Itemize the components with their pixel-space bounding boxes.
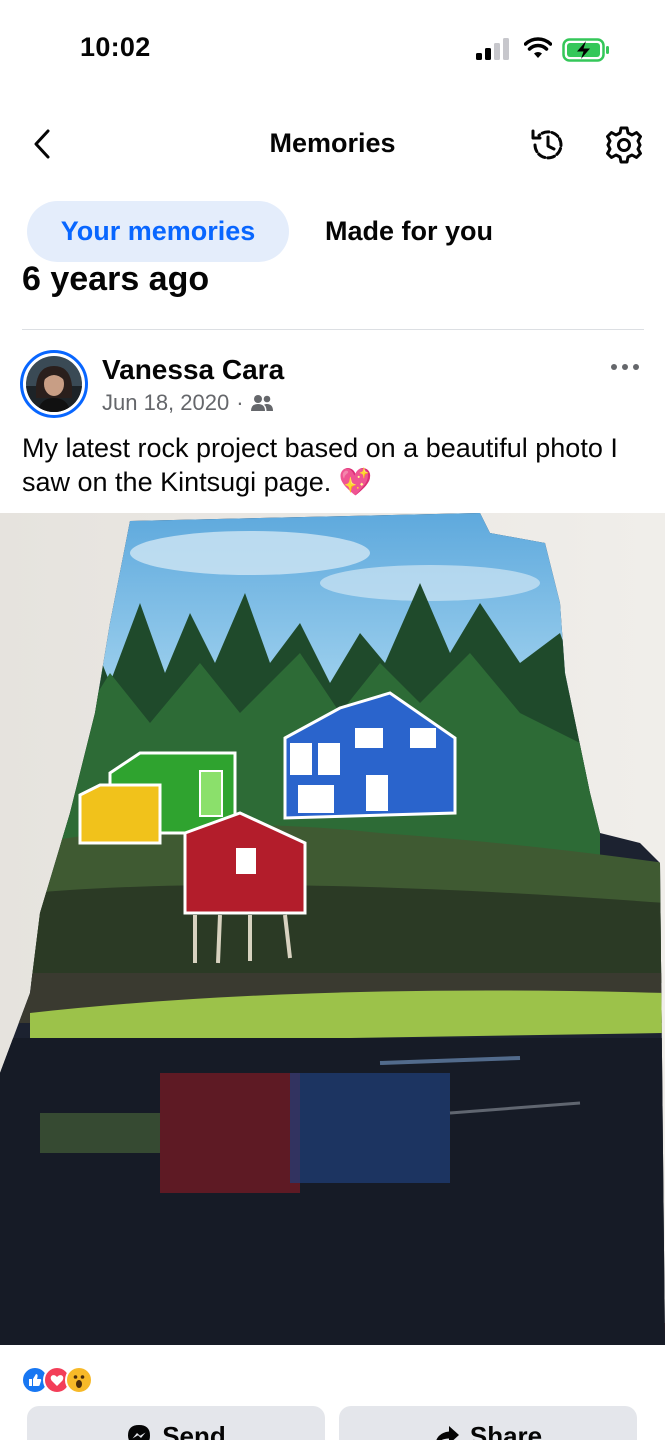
post-photo[interactable] bbox=[0, 513, 665, 1345]
battery-charging-icon bbox=[562, 38, 609, 62]
settings-gear-icon bbox=[606, 126, 642, 164]
post-author[interactable]: Vanessa Cara bbox=[102, 354, 284, 386]
friends-audience-icon bbox=[250, 395, 273, 411]
tab-made-for-you[interactable]: Made for you bbox=[303, 201, 515, 262]
status-bar: 10:02 bbox=[0, 0, 665, 100]
send-button[interactable]: Send bbox=[27, 1406, 325, 1440]
post-meta: Jun 18, 2020 · bbox=[102, 390, 273, 416]
share-label: Share bbox=[469, 1420, 543, 1440]
history-clock-icon bbox=[531, 129, 563, 160]
more-dots-icon bbox=[611, 364, 639, 370]
tab-your-memories[interactable]: Your memories bbox=[27, 201, 289, 262]
memories-history-button[interactable] bbox=[525, 122, 571, 168]
post-actions: Send Share bbox=[27, 1406, 637, 1440]
status-time: 10:02 bbox=[80, 32, 151, 62]
settings-button[interactable] bbox=[601, 122, 647, 168]
avatar[interactable] bbox=[20, 350, 88, 418]
messenger-icon bbox=[128, 1425, 151, 1440]
share-arrow-icon bbox=[436, 1426, 459, 1440]
painted-rock-image bbox=[0, 513, 665, 1345]
post-header: Vanessa Cara Jun 18, 2020 · bbox=[20, 348, 645, 420]
section-heading: 6 years ago bbox=[22, 260, 210, 298]
navigation-bar: Memories bbox=[0, 110, 665, 180]
reaction-summary[interactable] bbox=[21, 1366, 93, 1394]
send-label: Send bbox=[162, 1420, 226, 1440]
meta-separator: · bbox=[236, 390, 244, 415]
avatar-image bbox=[26, 356, 82, 412]
post-caption: My latest rock project based on a beauti… bbox=[22, 433, 618, 497]
memories-tabs: Your memories Made for you bbox=[27, 201, 515, 262]
post-date[interactable]: Jun 18, 2020 bbox=[102, 390, 229, 416]
cellular-signal-icon bbox=[476, 38, 509, 60]
divider bbox=[22, 329, 644, 330]
share-button[interactable]: Share bbox=[339, 1406, 637, 1440]
wow-icon bbox=[65, 1366, 93, 1394]
more-options-button[interactable] bbox=[605, 352, 645, 382]
wifi-icon bbox=[524, 37, 552, 58]
